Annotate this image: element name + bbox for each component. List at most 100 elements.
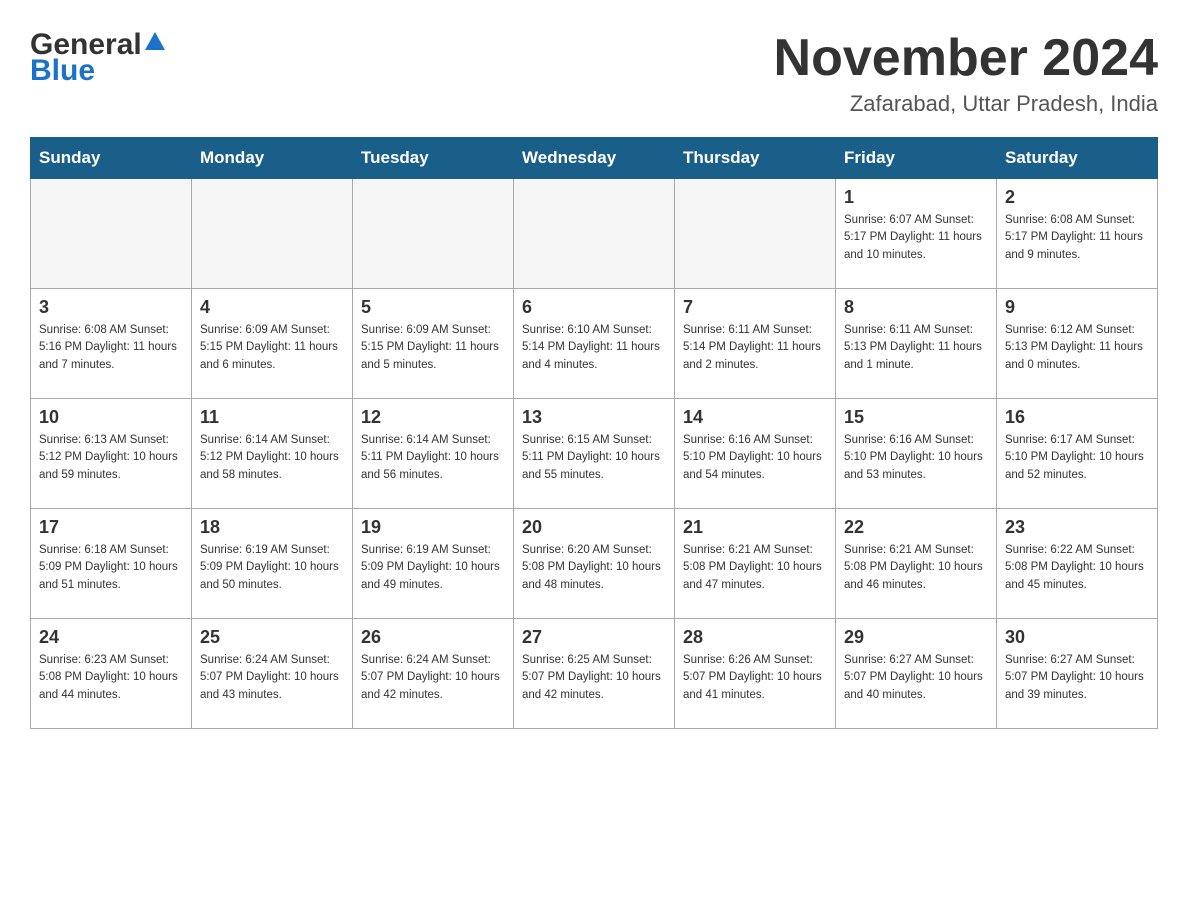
day-info: Sunrise: 6:24 AM Sunset: 5:07 PM Dayligh… bbox=[361, 652, 505, 704]
day-info: Sunrise: 6:26 AM Sunset: 5:07 PM Dayligh… bbox=[683, 652, 827, 704]
calendar-cell: 18 Sunrise: 6:19 AM Sunset: 5:09 PM Dayli… bbox=[192, 509, 353, 619]
day-info: Sunrise: 6:23 AM Sunset: 5:08 PM Dayligh… bbox=[39, 652, 183, 704]
weekday-header-sunday: Sunday bbox=[31, 138, 192, 179]
calendar-cell bbox=[192, 179, 353, 289]
day-info: Sunrise: 6:27 AM Sunset: 5:07 PM Dayligh… bbox=[1005, 652, 1149, 704]
day-info: Sunrise: 6:14 AM Sunset: 5:11 PM Dayligh… bbox=[361, 432, 505, 484]
day-number: 29 bbox=[844, 627, 988, 648]
day-info: Sunrise: 6:19 AM Sunset: 5:09 PM Dayligh… bbox=[361, 542, 505, 594]
calendar-cell: 20Sunrise: 6:20 AM Sunset: 5:08 PM Dayli… bbox=[514, 509, 675, 619]
calendar-cell: 2 Sunrise: 6:08 AM Sunset: 5:17 PM Daylig… bbox=[997, 179, 1158, 289]
day-info: Sunrise: 6:08 AM Sunset: 5:16 PM Dayligh… bbox=[39, 322, 183, 374]
day-number: 15 bbox=[844, 407, 988, 428]
day-number: 22 bbox=[844, 517, 988, 538]
day-info: Sunrise: 6:08 AM Sunset: 5:17 PM Dayligh… bbox=[1005, 212, 1149, 264]
day-number: 18 bbox=[200, 517, 344, 538]
day-number: 2 bbox=[1005, 187, 1149, 208]
day-info: Sunrise: 6:22 AM Sunset: 5:08 PM Dayligh… bbox=[1005, 542, 1149, 594]
calendar-cell: 4 Sunrise: 6:09 AM Sunset: 5:15 PM Daylig… bbox=[192, 289, 353, 399]
day-number: 4 bbox=[200, 297, 344, 318]
calendar-cell: 28 Sunrise: 6:26 AM Sunset: 5:07 PM Dayli… bbox=[675, 619, 836, 729]
calendar-cell: 22 Sunrise: 6:21 AM Sunset: 5:08 PM Dayli… bbox=[836, 509, 997, 619]
day-info: Sunrise: 6:27 AM Sunset: 5:07 PM Dayligh… bbox=[844, 652, 988, 704]
day-info: Sunrise: 6:13 AM Sunset: 5:12 PM Dayligh… bbox=[39, 432, 183, 484]
calendar-cell: 26 Sunrise: 6:24 AM Sunset: 5:07 PM Dayli… bbox=[353, 619, 514, 729]
calendar-cell: 29 Sunrise: 6:27 AM Sunset: 5:07 PM Dayli… bbox=[836, 619, 997, 729]
calendar-cell bbox=[353, 179, 514, 289]
calendar-cell: 21Sunrise: 6:21 AM Sunset: 5:08 PM Dayli… bbox=[675, 509, 836, 619]
calendar-title-area: November 2024 Zafarabad, Uttar Pradesh, … bbox=[774, 30, 1158, 117]
day-number: 20 bbox=[522, 517, 666, 538]
weekday-header-wednesday: Wednesday bbox=[514, 138, 675, 179]
calendar-cell: 8Sunrise: 6:11 AM Sunset: 5:13 PM Daylig… bbox=[836, 289, 997, 399]
calendar-cell: 25 Sunrise: 6:24 AM Sunset: 5:07 PM Dayli… bbox=[192, 619, 353, 729]
day-number: 3 bbox=[39, 297, 183, 318]
logo: General Blue bbox=[30, 30, 165, 86]
day-number: 28 bbox=[683, 627, 827, 648]
page-header: General Blue November 2024 Zafarabad, Ut… bbox=[30, 30, 1158, 117]
day-number: 24 bbox=[39, 627, 183, 648]
day-number: 9 bbox=[1005, 297, 1149, 318]
day-info: Sunrise: 6:09 AM Sunset: 5:15 PM Dayligh… bbox=[361, 322, 505, 374]
calendar-cell: 17Sunrise: 6:18 AM Sunset: 5:09 PM Dayli… bbox=[31, 509, 192, 619]
calendar-cell: 10 Sunrise: 6:13 AM Sunset: 5:12 PM Dayli… bbox=[31, 399, 192, 509]
week-row-5: 24 Sunrise: 6:23 AM Sunset: 5:08 PM Dayli… bbox=[31, 619, 1158, 729]
day-info: Sunrise: 6:16 AM Sunset: 5:10 PM Dayligh… bbox=[683, 432, 827, 484]
calendar-cell: 9 Sunrise: 6:12 AM Sunset: 5:13 PM Daylig… bbox=[997, 289, 1158, 399]
weekday-header-saturday: Saturday bbox=[997, 138, 1158, 179]
day-number: 23 bbox=[1005, 517, 1149, 538]
week-row-3: 10 Sunrise: 6:13 AM Sunset: 5:12 PM Dayli… bbox=[31, 399, 1158, 509]
day-number: 12 bbox=[361, 407, 505, 428]
day-number: 8 bbox=[844, 297, 988, 318]
weekday-header-tuesday: Tuesday bbox=[353, 138, 514, 179]
day-info: Sunrise: 6:11 AM Sunset: 5:14 PM Dayligh… bbox=[683, 322, 827, 374]
calendar-cell: 3 Sunrise: 6:08 AM Sunset: 5:16 PM Daylig… bbox=[31, 289, 192, 399]
day-number: 19 bbox=[361, 517, 505, 538]
calendar-cell: 23 Sunrise: 6:22 AM Sunset: 5:08 PM Dayli… bbox=[997, 509, 1158, 619]
day-number: 27 bbox=[522, 627, 666, 648]
day-info: Sunrise: 6:14 AM Sunset: 5:12 PM Dayligh… bbox=[200, 432, 344, 484]
calendar-cell: 5 Sunrise: 6:09 AM Sunset: 5:15 PM Daylig… bbox=[353, 289, 514, 399]
day-info: Sunrise: 6:21 AM Sunset: 5:08 PM Dayligh… bbox=[683, 542, 827, 594]
calendar-cell: 19 Sunrise: 6:19 AM Sunset: 5:09 PM Dayli… bbox=[353, 509, 514, 619]
calendar-cell: 13Sunrise: 6:15 AM Sunset: 5:11 PM Dayli… bbox=[514, 399, 675, 509]
day-number: 16 bbox=[1005, 407, 1149, 428]
calendar-cell: 24 Sunrise: 6:23 AM Sunset: 5:08 PM Dayli… bbox=[31, 619, 192, 729]
day-info: Sunrise: 6:25 AM Sunset: 5:07 PM Dayligh… bbox=[522, 652, 666, 704]
calendar-cell bbox=[514, 179, 675, 289]
day-number: 11 bbox=[200, 407, 344, 428]
weekday-header-row: SundayMondayTuesdayWednesdayThursdayFrid… bbox=[31, 138, 1158, 179]
calendar-cell: 16 Sunrise: 6:17 AM Sunset: 5:10 PM Dayli… bbox=[997, 399, 1158, 509]
day-info: Sunrise: 6:15 AM Sunset: 5:11 PM Dayligh… bbox=[522, 432, 666, 484]
weekday-header-friday: Friday bbox=[836, 138, 997, 179]
logo-line2: Blue bbox=[30, 56, 95, 86]
calendar-cell: 27 Sunrise: 6:25 AM Sunset: 5:07 PM Dayli… bbox=[514, 619, 675, 729]
day-info: Sunrise: 6:19 AM Sunset: 5:09 PM Dayligh… bbox=[200, 542, 344, 594]
day-number: 14 bbox=[683, 407, 827, 428]
day-number: 25 bbox=[200, 627, 344, 648]
calendar-cell: 7 Sunrise: 6:11 AM Sunset: 5:14 PM Daylig… bbox=[675, 289, 836, 399]
calendar-cell: 14 Sunrise: 6:16 AM Sunset: 5:10 PM Dayli… bbox=[675, 399, 836, 509]
day-number: 7 bbox=[683, 297, 827, 318]
day-info: Sunrise: 6:12 AM Sunset: 5:13 PM Dayligh… bbox=[1005, 322, 1149, 374]
logo-flag-icon bbox=[145, 32, 165, 50]
day-number: 10 bbox=[39, 407, 183, 428]
calendar-cell: 6Sunrise: 6:10 AM Sunset: 5:14 PM Daylig… bbox=[514, 289, 675, 399]
day-info: Sunrise: 6:09 AM Sunset: 5:15 PM Dayligh… bbox=[200, 322, 344, 374]
weekday-header-monday: Monday bbox=[192, 138, 353, 179]
calendar-cell: 11 Sunrise: 6:14 AM Sunset: 5:12 PM Dayli… bbox=[192, 399, 353, 509]
day-number: 5 bbox=[361, 297, 505, 318]
day-number: 1 bbox=[844, 187, 988, 208]
day-info: Sunrise: 6:18 AM Sunset: 5:09 PM Dayligh… bbox=[39, 542, 183, 594]
day-info: Sunrise: 6:17 AM Sunset: 5:10 PM Dayligh… bbox=[1005, 432, 1149, 484]
day-number: 26 bbox=[361, 627, 505, 648]
day-info: Sunrise: 6:16 AM Sunset: 5:10 PM Dayligh… bbox=[844, 432, 988, 484]
calendar-cell: 12 Sunrise: 6:14 AM Sunset: 5:11 PM Dayli… bbox=[353, 399, 514, 509]
day-info: Sunrise: 6:24 AM Sunset: 5:07 PM Dayligh… bbox=[200, 652, 344, 704]
calendar-cell bbox=[31, 179, 192, 289]
week-row-2: 3 Sunrise: 6:08 AM Sunset: 5:16 PM Daylig… bbox=[31, 289, 1158, 399]
calendar-cell: 30Sunrise: 6:27 AM Sunset: 5:07 PM Dayli… bbox=[997, 619, 1158, 729]
calendar-cell bbox=[675, 179, 836, 289]
day-info: Sunrise: 6:21 AM Sunset: 5:08 PM Dayligh… bbox=[844, 542, 988, 594]
day-info: Sunrise: 6:07 AM Sunset: 5:17 PM Dayligh… bbox=[844, 212, 988, 264]
